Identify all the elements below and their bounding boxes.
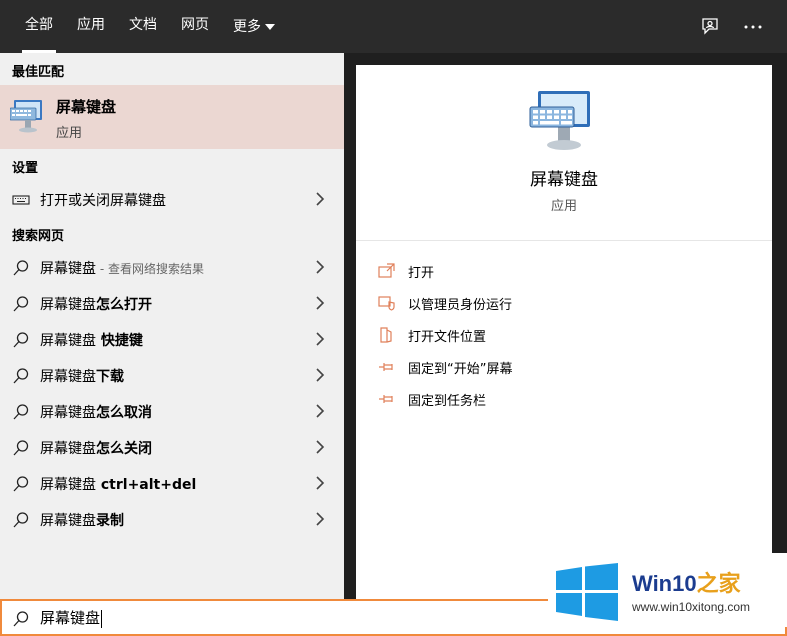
web-item[interactable]: 屏幕键盘下载 <box>0 357 344 393</box>
best-match-subtitle: 应用 <box>56 126 83 141</box>
action-label: 打开文件位置 <box>408 330 487 345</box>
chevron-right-icon <box>316 512 325 526</box>
web-item-query: 屏幕键盘 <box>40 297 96 313</box>
search-input[interactable]: 屏幕键盘 <box>40 603 540 633</box>
search-icon <box>13 440 29 456</box>
watermark-brand-main: Win10 <box>632 571 697 596</box>
search-icon <box>13 611 29 627</box>
web-item-suffix: 怎么打开 <box>96 297 152 313</box>
on-screen-keyboard-icon <box>528 89 596 159</box>
chevron-right-icon <box>316 332 325 346</box>
more-options-icon[interactable] <box>740 14 766 40</box>
search-icon <box>13 296 29 312</box>
action-run-as-admin[interactable]: 以管理员身份运行 <box>378 291 738 315</box>
search-icon <box>13 332 29 348</box>
web-item-suffix: 快捷键 <box>96 333 143 349</box>
top-bar: 全部 应用 文档 网页 更多 <box>0 0 787 53</box>
search-icon <box>13 260 29 276</box>
web-item-suffix: 下载 <box>96 369 124 385</box>
settings-item-label: 打开或关闭屏幕键盘 <box>40 193 166 209</box>
web-item-query: 屏幕键盘 <box>40 513 96 529</box>
watermark-url: www.win10xitong.com <box>632 600 751 614</box>
open-icon <box>378 263 395 278</box>
web-item-suffix: - 查看网络搜索结果 <box>96 262 204 276</box>
tab-documents[interactable]: 文档 <box>129 0 157 53</box>
web-item-suffix: ctrl+alt+del <box>96 477 197 493</box>
web-item[interactable]: 屏幕键盘录制 <box>0 501 344 537</box>
best-match-item[interactable]: 屏幕键盘 应用 <box>0 85 344 149</box>
action-open-file-location[interactable]: 打开文件位置 <box>378 323 738 347</box>
web-item-query: 屏幕键盘 <box>40 405 96 421</box>
action-pin-to-start[interactable]: 固定到“开始”屏幕 <box>378 355 738 379</box>
action-label: 固定到“开始”屏幕 <box>408 362 513 377</box>
divider <box>356 240 772 241</box>
tab-web[interactable]: 网页 <box>181 0 209 53</box>
chevron-right-icon <box>316 368 325 382</box>
watermark: Win10之家 www.win10xitong.com <box>548 553 787 627</box>
text-caret <box>101 609 103 628</box>
file-location-icon <box>380 327 392 343</box>
action-pin-to-taskbar[interactable]: 固定到任务栏 <box>378 387 738 411</box>
search-input-value: 屏幕键盘 <box>40 609 101 627</box>
web-item-query: 屏幕键盘 <box>40 369 96 385</box>
detail-title: 屏幕键盘 <box>530 170 598 190</box>
web-item-suffix: 怎么关闭 <box>96 441 152 457</box>
action-label: 固定到任务栏 <box>408 394 487 409</box>
feedback-icon[interactable] <box>697 14 723 40</box>
tab-more[interactable]: 更多 <box>233 0 275 53</box>
results-pane: 最佳匹配 屏幕键盘 应用 设置 打开或关闭屏幕键盘 搜索网页 屏幕键盘 - 查看… <box>0 53 344 599</box>
chevron-right-icon <box>316 296 325 310</box>
search-icon <box>13 368 29 384</box>
search-icon <box>13 476 29 492</box>
keyboard-icon <box>12 195 30 205</box>
chevron-right-icon <box>316 476 325 490</box>
watermark-brand-accent: 之家 <box>696 571 741 596</box>
search-icon <box>13 404 29 420</box>
web-item[interactable]: 屏幕键盘 ctrl+alt+del <box>0 465 344 501</box>
pin-icon <box>379 395 393 403</box>
best-match-title: 屏幕键盘 <box>56 98 117 116</box>
detail-subtitle: 应用 <box>550 199 577 214</box>
web-item[interactable]: 屏幕键盘怎么取消 <box>0 393 344 429</box>
watermark-brand: Win10之家 <box>632 566 741 598</box>
tab-all[interactable]: 全部 <box>22 0 56 53</box>
web-item-suffix: 录制 <box>96 513 124 529</box>
web-item-query: 屏幕键盘 <box>40 477 96 493</box>
detail-pane: 屏幕键盘 应用 打开 以管理员身份运行 打开文件位置 固定到“开始”屏幕 固定到… <box>356 65 772 599</box>
on-screen-keyboard-icon <box>9 98 44 138</box>
chevron-right-icon <box>316 260 325 274</box>
section-web: 搜索网页 <box>12 229 65 244</box>
chevron-right-icon <box>316 440 325 454</box>
settings-item-toggle-osk[interactable]: 打开或关闭屏幕键盘 <box>0 181 344 217</box>
chevron-down-icon <box>265 23 275 30</box>
web-item-query: 屏幕键盘 <box>40 441 96 457</box>
windows-logo-icon <box>556 563 618 621</box>
web-item-suffix: 怎么取消 <box>96 405 152 421</box>
web-item-query: 屏幕键盘 <box>40 333 96 349</box>
action-open[interactable]: 打开 <box>378 259 738 283</box>
action-label: 打开 <box>408 266 435 281</box>
tab-apps[interactable]: 应用 <box>77 0 105 53</box>
web-item[interactable]: 屏幕键盘怎么打开 <box>0 285 344 321</box>
web-item-query: 屏幕键盘 <box>40 261 96 277</box>
shield-icon <box>378 296 395 311</box>
tab-more-label: 更多 <box>233 18 261 35</box>
chevron-right-icon <box>316 404 325 418</box>
web-item[interactable]: 屏幕键盘怎么关闭 <box>0 429 344 465</box>
chevron-right-icon <box>316 192 325 206</box>
search-icon <box>13 512 29 528</box>
action-label: 以管理员身份运行 <box>408 298 513 313</box>
web-item[interactable]: 屏幕键盘 快捷键 <box>0 321 344 357</box>
pin-icon <box>379 363 393 371</box>
web-item[interactable]: 屏幕键盘 - 查看网络搜索结果 <box>0 249 344 285</box>
section-settings: 设置 <box>12 161 39 176</box>
section-best-match: 最佳匹配 <box>12 65 65 80</box>
